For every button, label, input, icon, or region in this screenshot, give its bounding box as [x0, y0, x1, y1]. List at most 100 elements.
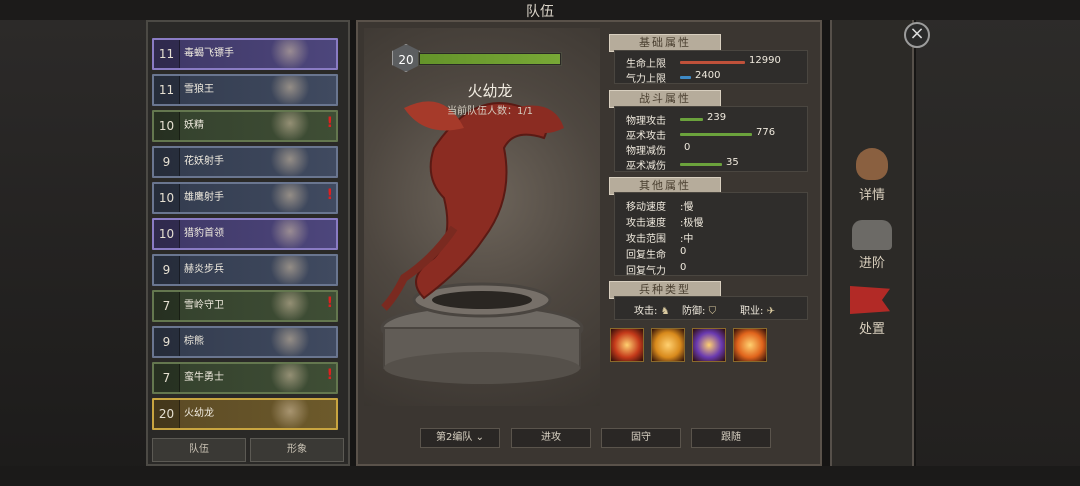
- roster-unit-row[interactable]: 7 蛮牛勇士!: [152, 362, 338, 394]
- stat-bar: [680, 163, 722, 166]
- arcane-summon-skill-icon[interactable]: [692, 328, 726, 362]
- unit-portrait-icon: [268, 364, 312, 392]
- unit-name: 火幼龙: [184, 408, 214, 419]
- stat-label: 气力上限: [626, 74, 666, 85]
- tab-appearance[interactable]: 形象: [250, 438, 344, 462]
- unit-name: 赫炎步兵: [184, 264, 224, 275]
- stat-label: 生命上限: [626, 59, 666, 70]
- stat-value: 0: [680, 262, 687, 273]
- roster-unit-row[interactable]: 11 雪狼王: [152, 74, 338, 106]
- stat-label: 攻击速度: [626, 218, 666, 229]
- roster-unit-row[interactable]: 9 赫炎步兵: [152, 254, 338, 286]
- unit-name: 花妖射手: [184, 156, 224, 167]
- job-type: 职业: ✈: [740, 302, 775, 317]
- unit-portrait-icon: [268, 76, 312, 104]
- unit-name: 雪狼王: [184, 84, 214, 95]
- side-menu-dispose[interactable]: 处置: [832, 318, 912, 337]
- alert-icon: !: [326, 295, 333, 311]
- alert-icon: !: [326, 115, 333, 131]
- unit-portrait-icon: [268, 112, 312, 140]
- team-select-label: 第2编队: [436, 432, 473, 443]
- stat-label: 物理减伤: [626, 146, 666, 157]
- unit-name: 火幼龙: [467, 82, 513, 100]
- alert-icon: !: [326, 367, 333, 383]
- job-type-icon[interactable]: ✈: [767, 306, 775, 317]
- unit-level: 7: [154, 364, 180, 392]
- background-right: [916, 20, 1080, 466]
- attack-type-label: 攻击:: [634, 306, 658, 317]
- attack-type-icon[interactable]: ♞: [661, 306, 670, 317]
- stat-bar: [680, 118, 703, 121]
- unit-name: 雄鹰射手: [184, 192, 224, 203]
- roster-unit-row[interactable]: 11 毒蝎飞镖手: [152, 38, 338, 70]
- stat-value: :极慢: [680, 218, 704, 229]
- background-left: [0, 20, 146, 486]
- unit-level: 10: [154, 112, 180, 140]
- stat-label: 回复生命: [626, 250, 666, 261]
- unit-name: 毒蝎飞镖手: [184, 48, 234, 59]
- unit-portrait-icon: [268, 40, 312, 68]
- unit-level: 7: [154, 292, 180, 320]
- defense-type-icon[interactable]: ⛉: [709, 306, 717, 317]
- unit-portrait-icon: [268, 148, 312, 176]
- stat-label: 回复气力: [626, 266, 666, 277]
- follow-button[interactable]: 跟随: [691, 428, 771, 448]
- stat-label: 攻击范围: [626, 234, 666, 245]
- stat-label: 巫术减伤: [626, 161, 666, 172]
- squad-count: 当前队伍人数：1/1: [446, 106, 534, 117]
- unit-portrait-icon: [268, 400, 312, 428]
- unit-name: 妖精: [184, 120, 204, 131]
- close-icon: ×: [909, 23, 925, 44]
- unit-level: 10: [154, 220, 180, 248]
- alert-icon: !: [326, 187, 333, 203]
- roster-unit-row[interactable]: 10 猎豹首领: [152, 218, 338, 250]
- unit-roster[interactable]: 11 毒蝎飞镖手 11 雪狼王 10 妖精! 9 花妖射手 10 雄鹰射手! 10 猎豹首领 9 赫炎步兵…: [146, 20, 350, 466]
- defense-type-label: 防御:: [682, 306, 706, 317]
- attack-type: 攻击: ♞: [634, 302, 670, 317]
- stat-value: 35: [726, 157, 739, 168]
- team-select-dropdown[interactable]: 第2编队 ⌄: [420, 428, 500, 448]
- stat-value: :慢: [680, 202, 694, 213]
- unit-portrait-icon: [268, 292, 312, 320]
- roster-unit-row[interactable]: 10 雄鹰射手!: [152, 182, 338, 214]
- unit-level: 9: [154, 328, 180, 356]
- unit-name: 雪岭守卫: [184, 300, 224, 311]
- attack-button[interactable]: 进攻: [511, 428, 591, 448]
- bottom-bar: [0, 466, 1080, 486]
- unit-portrait-icon: [268, 220, 312, 248]
- unit-level: 10: [154, 184, 180, 212]
- unit-level: 11: [154, 76, 180, 104]
- roster-unit-row[interactable]: 7 雪岭守卫!: [152, 290, 338, 322]
- side-menu-details[interactable]: 详情: [832, 184, 912, 203]
- side-menu-advance[interactable]: 进阶: [832, 252, 912, 271]
- unit-level: 9: [154, 148, 180, 176]
- roster-unit-row[interactable]: 20 火幼龙: [152, 398, 338, 430]
- window-title: 队伍: [526, 4, 554, 20]
- armor-upgrade-icon[interactable]: [852, 220, 892, 250]
- unit-hp-bar-fill: [420, 54, 560, 64]
- roster-unit-row[interactable]: 9 花妖射手: [152, 146, 338, 178]
- unit-level: 9: [154, 256, 180, 284]
- flame-burst-skill-icon[interactable]: [651, 328, 685, 362]
- unit-portrait-icon: [268, 328, 312, 356]
- fire-dragon-skill-icon[interactable]: [610, 328, 644, 362]
- close-button[interactable]: ×: [904, 22, 930, 48]
- roster-unit-row[interactable]: 10 妖精!: [152, 110, 338, 142]
- job-type-label: 职业:: [740, 306, 764, 317]
- stat-value: 12990: [749, 55, 781, 66]
- tab-team[interactable]: 队伍: [152, 438, 246, 462]
- fire-ring-skill-icon[interactable]: [733, 328, 767, 362]
- roster-unit-row[interactable]: 9 棕熊: [152, 326, 338, 358]
- hero-details-icon[interactable]: [856, 148, 888, 180]
- stat-label: 物理攻击: [626, 116, 666, 127]
- stat-value: 0: [680, 246, 687, 257]
- unit-level: 11: [154, 40, 180, 68]
- stat-bar: [680, 76, 691, 79]
- stat-value: 0: [684, 142, 691, 153]
- stat-value: 776: [756, 127, 776, 138]
- chevron-down-icon: ⌄: [475, 432, 484, 443]
- unit-name: 猎豹首领: [184, 228, 224, 239]
- unit-portrait-icon: [268, 256, 312, 284]
- hold-button[interactable]: 固守: [601, 428, 681, 448]
- stat-bar: [680, 133, 752, 136]
